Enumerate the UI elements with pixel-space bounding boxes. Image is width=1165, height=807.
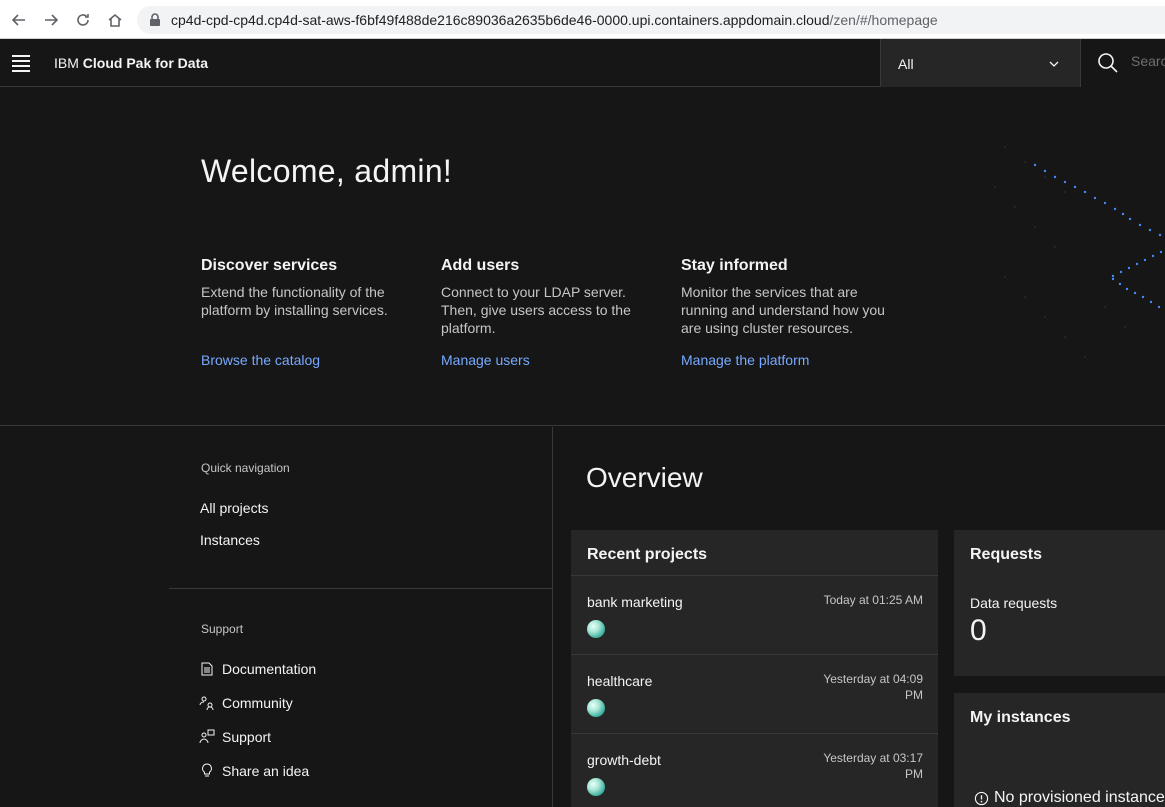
brand-prefix: IBM <box>54 55 79 71</box>
url-host: cp4d-cpd-cp4d.cp4d-sat-aws-f6bf49f488de2… <box>171 12 830 28</box>
card-description: Monitor the services that are running an… <box>681 284 885 336</box>
instances-link[interactable]: Instances <box>200 532 260 548</box>
search-icon[interactable] <box>1097 52 1119 79</box>
card-title: Stay informed <box>681 257 788 274</box>
my-instances-title: My instances <box>970 709 1071 726</box>
my-instances-tile: My instances No provisioned instances <box>954 693 1165 807</box>
card-title: Add users <box>441 257 520 274</box>
add-users-card: Add users Connect to your LDAP server. T… <box>441 257 651 337</box>
all-projects-link[interactable]: All projects <box>200 500 268 516</box>
empty-state-message: No provisioned instances <box>974 789 1165 807</box>
browse-catalog-link[interactable]: Browse the catalog <box>201 352 320 368</box>
data-requests-label: Data requests <box>970 595 1058 611</box>
lightbulb-icon <box>199 763 215 779</box>
decorative-dots-graphic <box>994 146 1163 358</box>
document-icon <box>199 661 215 677</box>
project-icon <box>587 778 605 796</box>
community-icon <box>199 695 215 711</box>
support-title: Support <box>201 622 244 636</box>
support-item-label: Share an idea <box>222 763 310 779</box>
manage-platform-link[interactable]: Manage the platform <box>681 352 809 368</box>
manage-users-link[interactable]: Manage users <box>441 352 530 368</box>
recent-projects-tile: Recent projects bank marketing Today at … <box>571 530 938 807</box>
community-link[interactable]: Community <box>199 693 293 713</box>
welcome-banner: Welcome, admin! Discover services Extend… <box>0 87 1165 426</box>
card-title: Discover services <box>201 257 338 274</box>
discover-services-card: Discover services Extend the functionali… <box>201 257 411 319</box>
project-icon <box>587 699 605 717</box>
url-path: /zen/#/homepage <box>829 12 938 28</box>
side-panel: Quick navigation All projects Instances … <box>0 427 553 807</box>
search-input[interactable] <box>1131 53 1165 69</box>
forward-arrow-icon[interactable] <box>41 10 61 30</box>
overview-title: Overview <box>586 462 703 493</box>
project-name: growth-debt <box>587 752 661 768</box>
card-description: Connect to your LDAP server. Then, give … <box>441 284 631 336</box>
support-icon <box>199 729 215 745</box>
url-text: cp4d-cpd-cp4d.cp4d-sat-aws-f6bf49f488de2… <box>171 12 938 28</box>
support-link[interactable]: Support <box>199 727 271 747</box>
project-date: Today at 01:25 AM <box>823 593 923 607</box>
requests-title: Requests <box>970 546 1043 563</box>
project-date: Yesterday at 04:09 PM <box>823 672 923 702</box>
documentation-link[interactable]: Documentation <box>199 659 316 679</box>
browser-toolbar: cp4d-cpd-cp4d.cp4d-sat-aws-f6bf49f488de2… <box>0 0 1165 39</box>
address-bar[interactable]: cp4d-cpd-cp4d.cp4d-sat-aws-f6bf49f488de2… <box>137 6 1165 34</box>
scope-dropdown[interactable]: All <box>880 39 1080 87</box>
requests-tile[interactable]: Requests Data requests 0 <box>954 530 1165 676</box>
card-description: Extend the functionality of the platform… <box>201 284 388 318</box>
brand-name: Cloud Pak for Data <box>82 55 209 71</box>
quick-navigation-title: Quick navigation <box>201 461 290 475</box>
support-item-label: Documentation <box>222 661 317 677</box>
support-item-label: Community <box>222 695 293 711</box>
scope-value: All <box>898 56 914 72</box>
lock-icon <box>149 13 161 32</box>
home-icon[interactable] <box>105 10 125 30</box>
reload-icon[interactable] <box>73 10 93 30</box>
project-row[interactable]: growth-debt Yesterday at 03:17 PM <box>571 733 938 807</box>
divider <box>169 588 553 589</box>
support-item-label: Support <box>222 729 272 745</box>
stay-informed-card: Stay informed Monitor the services that … <box>681 257 891 337</box>
back-arrow-icon[interactable] <box>9 10 29 30</box>
info-icon <box>974 791 989 806</box>
welcome-heading: Welcome, admin! <box>201 153 453 189</box>
app-header: IBM Cloud Pak for Data All <box>0 39 1165 87</box>
project-icon <box>587 620 605 638</box>
menu-icon[interactable] <box>12 55 30 72</box>
share-idea-link[interactable]: Share an idea <box>199 761 309 781</box>
project-name: bank marketing <box>587 594 683 610</box>
project-date: Yesterday at 03:17 PM <box>823 751 923 781</box>
project-row[interactable]: healthcare Yesterday at 04:09 PM <box>571 654 938 733</box>
search-bar[interactable] <box>1080 39 1165 87</box>
recent-projects-title: Recent projects <box>587 546 708 563</box>
data-requests-count: 0 <box>970 614 987 647</box>
empty-state-text: No provisioned instances <box>994 789 1165 806</box>
project-name: healthcare <box>587 673 653 689</box>
brand-title[interactable]: IBM Cloud Pak for Data <box>54 55 208 71</box>
chevron-down-icon <box>1048 57 1060 75</box>
project-row[interactable]: bank marketing Today at 01:25 AM <box>571 575 938 654</box>
